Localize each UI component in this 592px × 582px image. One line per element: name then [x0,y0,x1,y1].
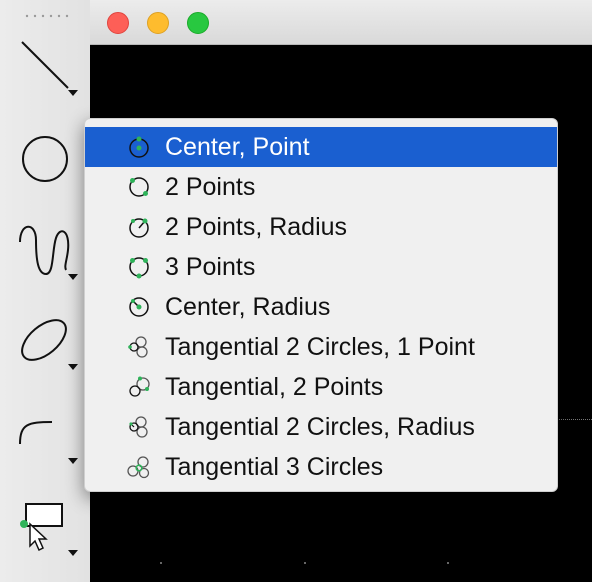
circle-center-point-icon [129,136,149,158]
line-tool[interactable] [12,36,84,102]
circle-3-points-icon [129,257,149,279]
palette-grip[interactable] [25,14,69,18]
circle-options-menu: Center, Point 2 Points 2 Points, Radius … [84,118,558,492]
menu-item-label: 2 Points, Radius [165,212,348,241]
circle-center-radius-icon [129,297,149,317]
menu-item-tangential-2-circles-point[interactable]: Tangential 2 Circles, 1 Point [85,327,557,367]
circle-2-points-radius-icon [129,218,149,238]
grid-dot [160,562,162,564]
ellipse-icon [21,319,78,370]
tangential-2-circles-point-icon [128,336,148,358]
circle-icon [22,136,68,182]
spline-icon [19,225,78,280]
tangential-2-points-icon [129,376,150,397]
menu-item-label: Tangential 2 Circles, 1 Point [165,332,475,361]
minimize-button[interactable] [147,12,169,34]
spline-tool[interactable] [12,220,84,286]
menu-item-label: 3 Points [165,252,256,281]
menu-item-center-point[interactable]: Center, Point [85,127,557,167]
menu-item-tangential-3-circles[interactable]: Tangential 3 Circles [85,447,557,487]
circle-2-points-icon [129,177,149,197]
menu-item-3-points[interactable]: 3 Points [85,247,557,287]
arc-icon [19,421,78,464]
grid-guide [556,419,592,420]
ellipse-tool[interactable] [12,310,84,376]
title-bar[interactable] [90,0,592,45]
menu-item-label: Center, Point [165,132,310,161]
grid-dot [304,562,306,564]
grid-dot [447,562,449,564]
tangential-2-circles-radius-icon [129,416,148,438]
menu-item-center-radius[interactable]: Center, Radius [85,287,557,327]
tangential-3-circles-icon [127,456,150,479]
line-icon [21,41,78,96]
menu-item-2-points[interactable]: 2 Points [85,167,557,207]
selection-icon [20,503,78,556]
maximize-button[interactable] [187,12,209,34]
menu-item-label: Center, Radius [165,292,331,321]
select-tool[interactable] [12,496,84,562]
menu-item-label: Tangential 3 Circles [165,452,384,481]
menu-item-2-points-radius[interactable]: 2 Points, Radius [85,207,557,247]
close-button[interactable] [107,12,129,34]
arc-tool[interactable] [12,404,84,470]
menu-item-tangential-2-circles-radius[interactable]: Tangential 2 Circles, Radius [85,407,557,447]
menu-item-label: Tangential 2 Circles, Radius [165,412,475,441]
menu-item-tangential-2-points[interactable]: Tangential, 2 Points [85,367,557,407]
menu-item-label: 2 Points [165,172,256,201]
menu-item-label: Tangential, 2 Points [165,372,384,401]
circle-tool[interactable] [12,124,84,190]
tool-palette [0,0,91,582]
